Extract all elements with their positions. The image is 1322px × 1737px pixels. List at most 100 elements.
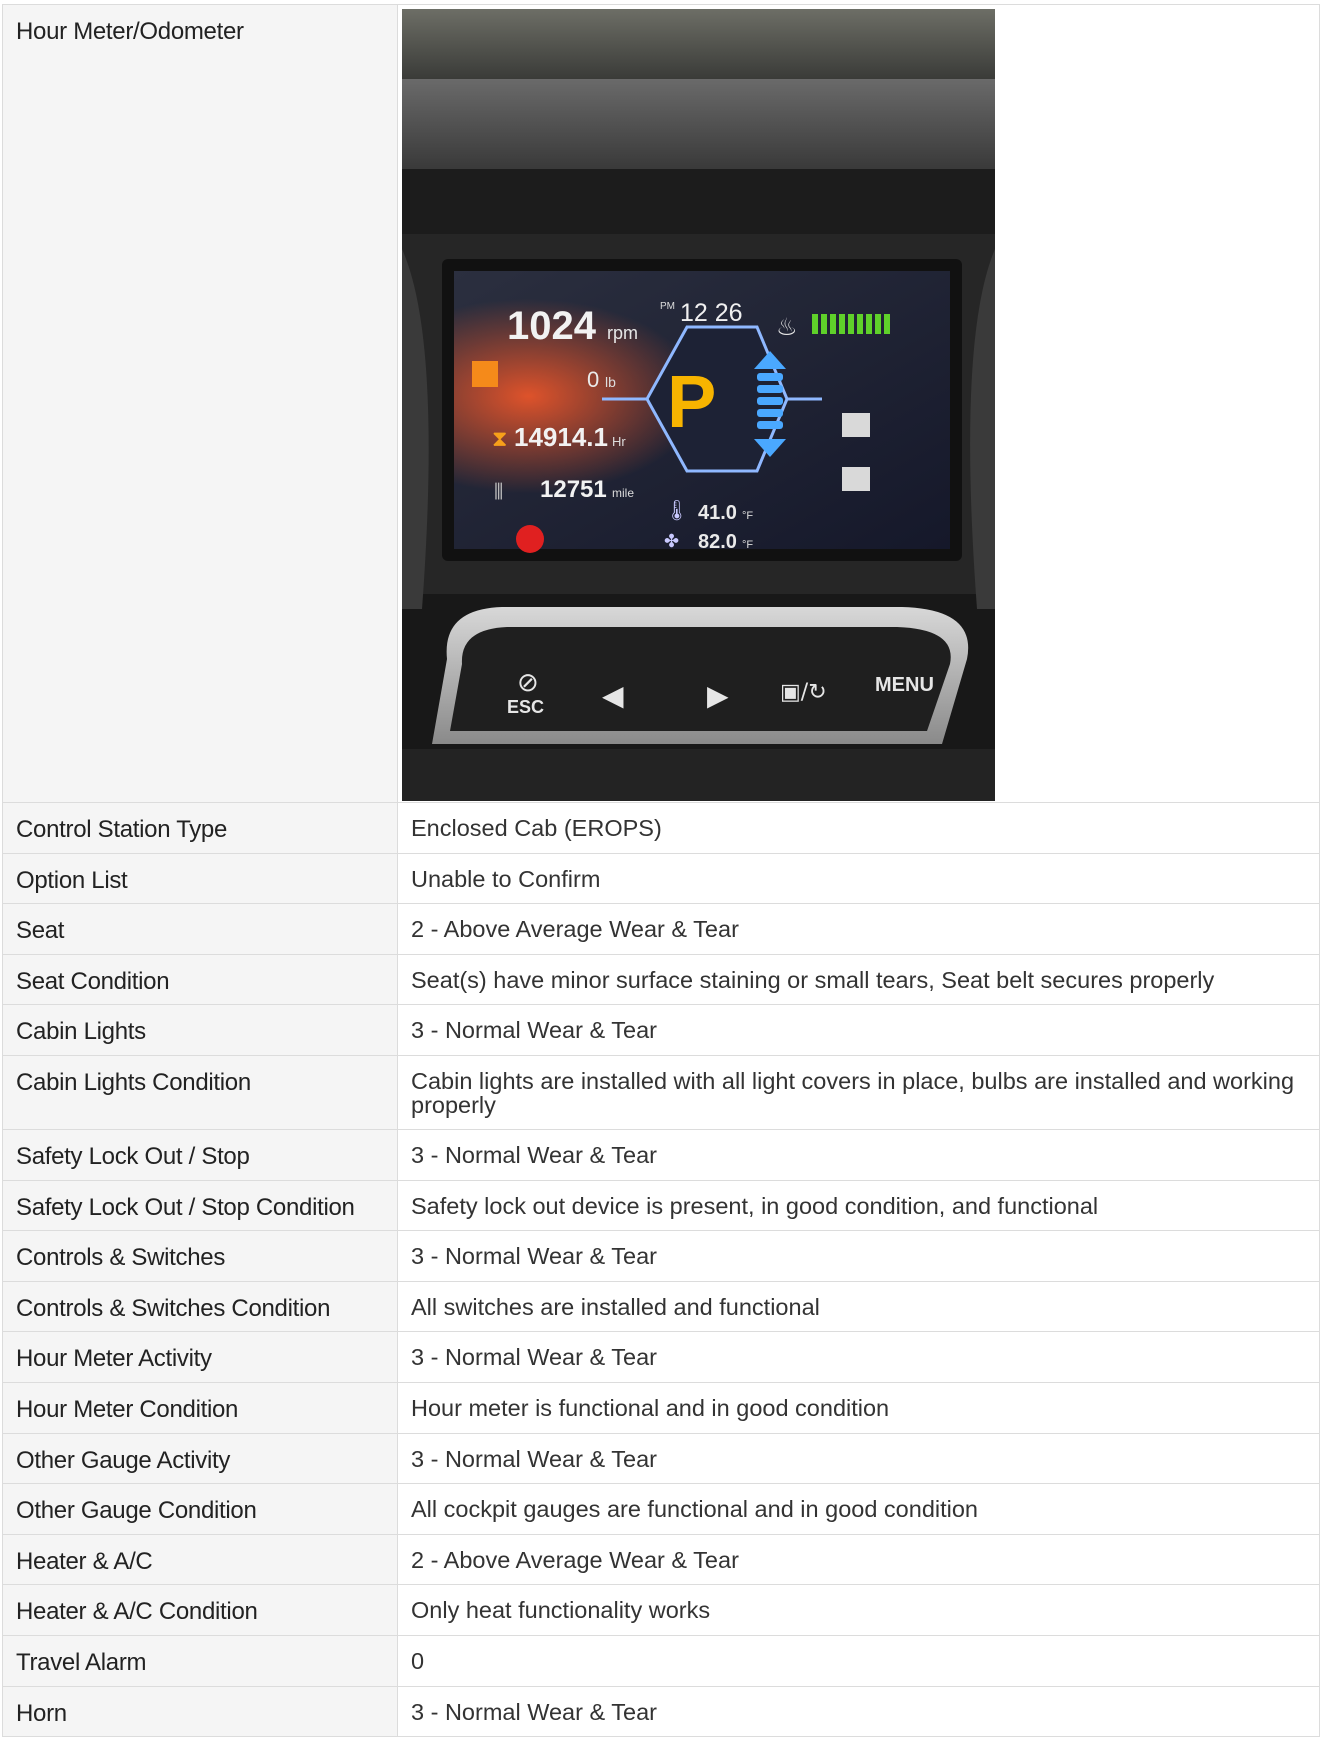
row-label: Cabin Lights [2, 1004, 398, 1056]
row-label: Cabin Lights Condition [2, 1054, 398, 1130]
table-row: Other Gauge Condition All cockpit gauges … [2, 1483, 1320, 1535]
row-label: Hour Meter Activity [2, 1331, 398, 1383]
hours-unit: Hr [612, 434, 626, 449]
menu-button[interactable]: MENU [875, 674, 934, 696]
table-row: Travel Alarm 0 [2, 1634, 1320, 1687]
fuel-bar [875, 314, 881, 334]
row-value: All cockpit gauges are functional and in… [397, 1483, 1320, 1535]
fuel-bar [866, 314, 872, 334]
table-row: Control Station Type Enclosed Cab (EROPS) [2, 802, 1320, 854]
row-label: Travel Alarm [2, 1634, 398, 1687]
row-value: Hour meter is functional and in good con… [397, 1381, 1320, 1434]
table-row: Safety Lock Out / Stop Condition Safety l… [2, 1179, 1320, 1232]
fuel-bar [839, 314, 845, 334]
row-label: Safety Lock Out / Stop Condition [2, 1179, 398, 1232]
table-row: Hour Meter/Odometer 1024 rpm PM 12 26 P … [2, 4, 1320, 803]
odometer-unit: mile [612, 486, 634, 500]
table-row: Controls & Switches Condition All switche… [2, 1280, 1320, 1333]
road-icon: ⫴ [494, 480, 503, 505]
row-value: 2 - Above Average Wear & Tear [397, 1533, 1320, 1586]
clock-ampm: PM [660, 301, 675, 312]
row-label: Heater & A/C [2, 1533, 398, 1586]
row-label: Controls & Switches Condition [2, 1280, 398, 1333]
row-label: Control Station Type [2, 802, 398, 854]
thermometer-icon: 🌡 [664, 498, 689, 522]
table-row: Horn 3 - Normal Wear & Tear [2, 1685, 1320, 1737]
row-label: Seat Condition [2, 953, 398, 1006]
odometer-value: 12751 [540, 476, 607, 503]
temp2-unit: °F [742, 539, 753, 551]
table-row: Seat 2 - Above Average Wear & Tear [2, 903, 1320, 955]
fuel-gauge [812, 314, 890, 334]
temp2-value: 82.0 [698, 531, 737, 553]
hours-value: 14914.1 [514, 422, 608, 452]
row-label: Safety Lock Out / Stop [2, 1128, 398, 1181]
load-unit: lb [605, 374, 616, 390]
row-label: Hour Meter Condition [2, 1381, 398, 1434]
fan-icon: ✤ [664, 531, 679, 552]
fuel-bar [848, 314, 854, 334]
table-row: Controls & Switches 3 - Normal Wear & Tea… [2, 1230, 1320, 1282]
row-value: 2 - Above Average Wear & Tear [397, 903, 1320, 955]
display-mode-button[interactable]: ▣/↻ [780, 680, 827, 705]
row-value: 3 - Normal Wear & Tear [397, 1331, 1320, 1383]
row-value: Enclosed Cab (EROPS) [397, 802, 1320, 854]
dashboard-photo[interactable]: 1024 rpm PM 12 26 P 0 lb ⧗ 14914.1 Hr ⫴ … [402, 9, 995, 801]
table-row: Option List Unable to Confirm [2, 852, 1320, 905]
row-value: Unable to Confirm [397, 852, 1320, 905]
row-value: All switches are installed and functiona… [397, 1280, 1320, 1333]
left-arrow-button[interactable]: ◀ [602, 679, 624, 712]
forklift-tilt-icon [842, 413, 870, 437]
forklift-lift-icon [842, 467, 870, 491]
fuel-bar [812, 314, 818, 334]
fuel-bar [857, 314, 863, 334]
row-label: Horn [2, 1685, 398, 1737]
table-row: Other Gauge Activity 3 - Normal Wear & Te… [2, 1432, 1320, 1485]
row-label: Other Gauge Condition [2, 1483, 398, 1535]
temp1-value: 41.0 [698, 502, 737, 524]
table-row: Cabin Lights 3 - Normal Wear & Tear [2, 1004, 1320, 1056]
table-row: Hour Meter Condition Hour meter is functi… [2, 1381, 1320, 1434]
rpm-value: 1024 [507, 304, 597, 348]
warning-icon [516, 525, 544, 553]
hourglass-icon: ⧗ [492, 427, 507, 452]
table-row: Seat Condition Seat(s) have minor surface… [2, 953, 1320, 1006]
row-label: Option List [2, 852, 398, 905]
load-icon [472, 361, 498, 387]
fuel-bar [821, 314, 827, 334]
row-label: Seat [2, 903, 398, 955]
row-value: Seat(s) have minor surface staining or s… [397, 953, 1320, 1006]
fuel-bar [830, 314, 836, 334]
table-row: Safety Lock Out / Stop 3 - Normal Wear & … [2, 1128, 1320, 1181]
row-label: Hour Meter/Odometer [2, 4, 398, 803]
row-value: 3 - Normal Wear & Tear [397, 1128, 1320, 1181]
table-body: Control Station Type Enclosed Cab (EROPS)… [2, 802, 1320, 1737]
table-row: Heater & A/C Condition Only heat function… [2, 1584, 1320, 1636]
row-value: Only heat functionality works [397, 1584, 1320, 1636]
table-row: Hour Meter Activity 3 - Normal Wear & Tea… [2, 1331, 1320, 1383]
inspection-table: Hour Meter/Odometer 1024 rpm PM 12 26 P … [2, 4, 1320, 1737]
row-value: 3 - Normal Wear & Tear [397, 1432, 1320, 1485]
row-value: 0 [397, 1634, 1320, 1687]
clock-time: 12 26 [680, 299, 743, 327]
row-label: Controls & Switches [2, 1230, 398, 1282]
esc-button[interactable]: ESC [507, 697, 544, 717]
coolant-icon: ♨ [776, 313, 798, 341]
load-value: 0 [587, 367, 599, 392]
table-row: Cabin Lights Condition Cabin lights are i… [2, 1054, 1320, 1130]
row-value: Safety lock out device is present, in go… [397, 1179, 1320, 1232]
mute-icon: ⊘ [517, 668, 539, 698]
dashboard-photo-cell: 1024 rpm PM 12 26 P 0 lb ⧗ 14914.1 Hr ⫴ … [397, 4, 1320, 803]
temp1-unit: °F [742, 510, 753, 522]
right-arrow-button[interactable]: ▶ [707, 679, 729, 712]
table-row: Heater & A/C 2 - Above Average Wear & Tea… [2, 1533, 1320, 1586]
row-value: Cabin lights are installed with all ligh… [397, 1054, 1320, 1130]
gear-indicator: P [667, 360, 716, 443]
row-value: 3 - Normal Wear & Tear [397, 1004, 1320, 1056]
row-label: Heater & A/C Condition [2, 1584, 398, 1636]
row-label: Other Gauge Activity [2, 1432, 398, 1485]
rpm-unit: rpm [607, 323, 638, 343]
row-value: 3 - Normal Wear & Tear [397, 1230, 1320, 1282]
fuel-bar [884, 314, 890, 334]
row-value: 3 - Normal Wear & Tear [397, 1685, 1320, 1737]
